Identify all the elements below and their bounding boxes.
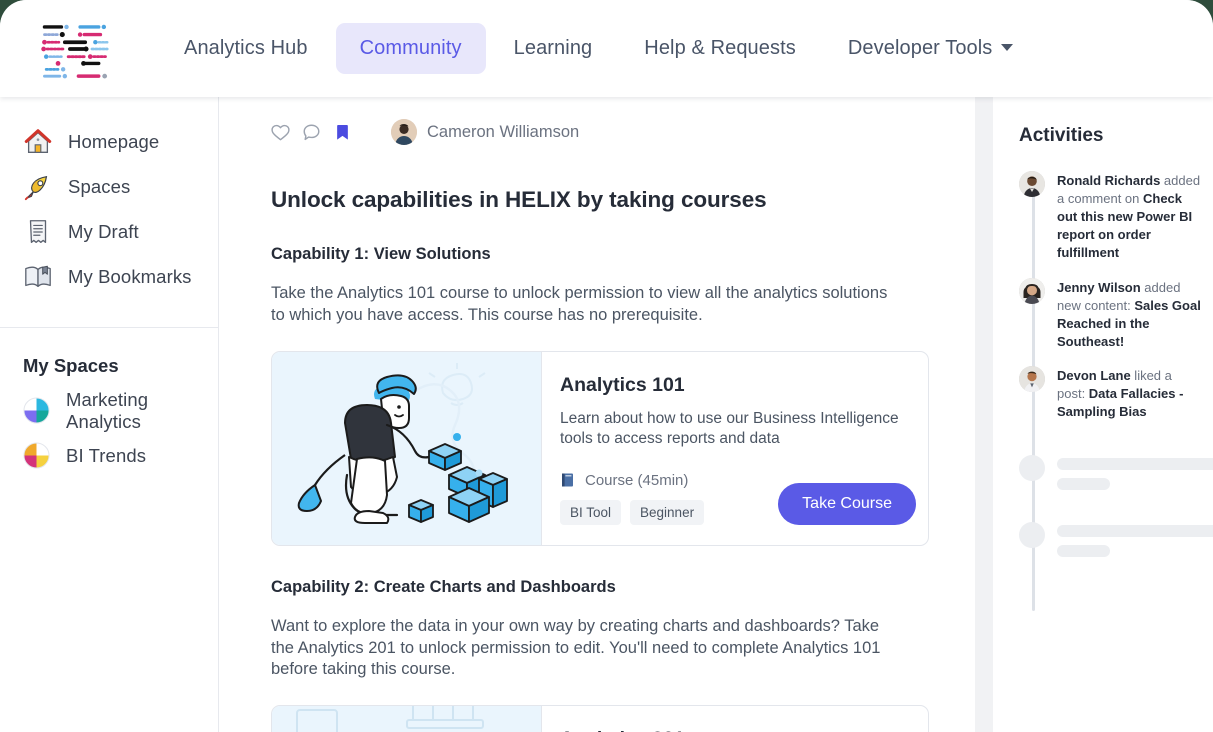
activity-placeholder: [1019, 455, 1213, 491]
placeholder-bar: [1057, 458, 1213, 471]
bookmark-icon[interactable]: [332, 122, 353, 143]
main-nav: Analytics Hub Community Learning Help & …: [160, 23, 1037, 74]
person-stacking-cubes-illustration: [297, 363, 508, 525]
sidebar-item-my-bookmarks[interactable]: My Bookmarks: [0, 254, 218, 299]
activities-list: Ronald Richards added a comment on Check…: [1019, 171, 1213, 611]
placeholder-bar: [1057, 478, 1110, 491]
placeholder-bar: [1057, 545, 1110, 558]
helix-logo[interactable]: [36, 14, 114, 84]
activity-item[interactable]: Ronald Richards added a comment on Check…: [1019, 171, 1213, 262]
activity-item[interactable]: Devon Lane liked a post: Data Fallacies …: [1019, 366, 1213, 421]
sidebar: Homepage Spaces My Draft My Bookmarks My…: [0, 97, 219, 732]
section-heading-2: Capability 2: Create Charts and Dashboar…: [271, 577, 616, 596]
sidebar-space-label: BI Trends: [66, 444, 147, 466]
sidebar-space-bi-trends[interactable]: BI Trends: [0, 433, 218, 478]
activity-actor: Jenny Wilson: [1057, 279, 1141, 295]
placeholder-lines: [1057, 522, 1213, 558]
course-info: Analytics 201 Unlock self-service capabi…: [542, 706, 928, 732]
activity-actor: Devon Lane: [1057, 368, 1131, 384]
activity-item[interactable]: Jenny Wilson added new content: Sales Go…: [1019, 277, 1213, 351]
nav-label: Learning: [513, 37, 593, 59]
course-duration-label: Course (45min): [585, 471, 689, 489]
section-heading-1: Capability 1: View Solutions: [271, 245, 491, 263]
activity-actor: Ronald Richards: [1057, 173, 1161, 188]
activity-placeholder: [1019, 522, 1213, 558]
nav-item-developer-tools[interactable]: Developer Tools: [824, 23, 1038, 74]
pie-chart-icon: [23, 397, 50, 424]
page-title: Unlock capabilities in HELIX by taking c…: [271, 187, 767, 212]
nav-label: Developer Tools: [847, 37, 993, 59]
sidebar-space-label: Marketing Analytics: [66, 388, 149, 432]
post-content: Cameron Williamson Unlock capabilities i…: [220, 97, 975, 732]
course-tag: Beginner: [630, 499, 705, 525]
placeholder-bar: [1057, 525, 1213, 538]
rocket-icon: [24, 175, 48, 200]
course-description: Learn about how to use our Business Inte…: [560, 409, 899, 448]
nav-item-help-requests[interactable]: Help & Requests: [620, 23, 820, 74]
placeholder-avatar: [1019, 455, 1045, 482]
nav-label: Analytics Hub: [184, 37, 308, 59]
chevron-down-icon: [1001, 44, 1014, 52]
nav-item-community[interactable]: Community: [335, 23, 486, 74]
comment-icon[interactable]: [301, 122, 322, 143]
avatar-devon-lane: [1019, 366, 1045, 393]
nav-item-analytics-hub[interactable]: Analytics Hub: [160, 23, 332, 74]
sidebar-nav: Homepage Spaces My Draft My Bookmarks: [0, 97, 218, 299]
nav-label: Help & Requests: [644, 37, 796, 59]
sidebar-item-label: Spaces: [68, 175, 131, 197]
course-info: Analytics 101 Learn about how to use our…: [542, 352, 928, 545]
avatar-jenny-wilson: [1019, 277, 1045, 304]
activity-text: Ronald Richards added a comment on Check…: [1057, 171, 1202, 262]
author-name: Cameron Williamson: [427, 122, 580, 141]
app-window: Analytics Hub Community Learning Help & …: [0, 0, 1213, 732]
column-gap: [975, 97, 993, 732]
post-actions-bar: Cameron Williamson: [220, 97, 975, 145]
placeholder-avatar: [1019, 522, 1045, 549]
activity-text: Devon Lane liked a post: Data Fallacies …: [1057, 366, 1202, 421]
top-header: Analytics Hub Community Learning Help & …: [0, 0, 1213, 97]
activities-panel: Activities Ronald Richards added a comme…: [993, 97, 1213, 732]
person-pointing-at-dashboard-illustration: [295, 706, 484, 732]
course-card-analytics-101[interactable]: Analytics 101 Learn about how to use our…: [271, 350, 929, 546]
house-icon: [24, 128, 52, 153]
course-tag: BI Tool: [560, 499, 622, 525]
blue-book-icon: [562, 473, 573, 487]
course-title: Analytics 201: [560, 728, 912, 732]
article: Unlock capabilities in HELIX by taking c…: [220, 187, 975, 732]
course-illustration: [272, 351, 542, 545]
avatar: [391, 119, 417, 145]
section-body-1: Take the Analytics 101 course to unlock …: [271, 284, 888, 324]
sidebar-item-my-draft[interactable]: My Draft: [0, 209, 218, 254]
activity-text: Jenny Wilson added new content: Sales Go…: [1057, 278, 1202, 351]
receipt-icon: [29, 219, 47, 243]
sidebar-item-label: Homepage: [68, 130, 160, 152]
like-icon[interactable]: [270, 122, 291, 143]
sidebar-item-spaces[interactable]: Spaces: [0, 164, 218, 209]
sidebar-item-homepage[interactable]: Homepage: [0, 119, 218, 164]
course-illustration: [272, 706, 542, 732]
avatar-ronald-richards: [1019, 171, 1045, 197]
course-card-analytics-201[interactable]: Analytics 201 Unlock self-service capabi…: [271, 705, 929, 732]
post-author[interactable]: Cameron Williamson: [391, 119, 579, 145]
sidebar-item-label: My Bookmarks: [68, 265, 192, 287]
sidebar-item-label: My Draft: [68, 220, 139, 242]
course-title: Analytics 101: [560, 373, 685, 396]
take-course-button[interactable]: Take Course: [778, 482, 916, 525]
open-book-icon: [25, 265, 51, 287]
nav-label: Community: [359, 37, 462, 59]
section-body-2: Want to explore the data in your own way…: [271, 616, 881, 679]
nav-item-learning[interactable]: Learning: [490, 23, 617, 74]
app-body: Homepage Spaces My Draft My Bookmarks My…: [0, 97, 1213, 732]
sidebar-space-marketing-analytics[interactable]: Marketing Analytics: [0, 388, 218, 433]
activities-title: Activities: [1019, 125, 1104, 146]
placeholder-lines: [1057, 455, 1213, 491]
pie-chart-icon: [23, 442, 50, 469]
sidebar-spaces-title: My Spaces: [23, 355, 119, 376]
